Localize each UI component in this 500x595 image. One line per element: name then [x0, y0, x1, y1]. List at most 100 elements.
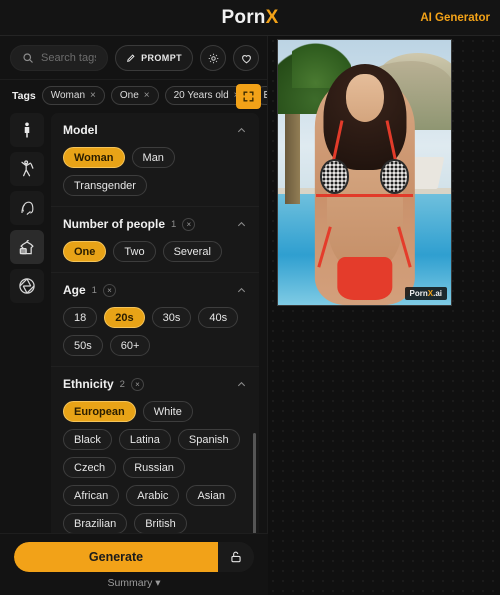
option-pill[interactable]: 30s — [151, 307, 192, 328]
chevron-up-icon[interactable] — [236, 219, 247, 230]
tags-label: Tags — [12, 89, 36, 102]
section-count-badge: 2 — [119, 378, 125, 390]
tag-chip-label: Woman — [50, 90, 86, 101]
image-bikini-top-left — [319, 159, 349, 194]
sidebar-item-pose[interactable] — [10, 152, 44, 186]
options-scroll-area[interactable]: Model Woman Man Transgender Number of pe… — [51, 113, 259, 595]
option-pill[interactable]: Spanish — [177, 429, 240, 450]
lock-toggle-button[interactable] — [218, 542, 254, 572]
ai-generator-link[interactable]: AI Generator — [420, 12, 490, 24]
option-pill[interactable]: Man — [131, 147, 175, 168]
option-pill[interactable]: Transgender — [63, 175, 147, 196]
search-box[interactable] — [10, 45, 109, 71]
prompt-button[interactable]: PROMPT — [115, 45, 193, 71]
logo-accent-text: X — [265, 6, 279, 28]
sidebar-item-face-hair[interactable] — [10, 191, 44, 225]
image-palm-trunk — [284, 98, 301, 205]
option-pill[interactable]: Black — [63, 429, 112, 450]
preview-canvas: PornX.ai — [268, 36, 500, 595]
option-pill[interactable]: 60+ — [109, 335, 151, 356]
section-number-of-people: Number of people 1 × One Two Several — [51, 207, 259, 273]
section-clear-button[interactable]: × — [130, 377, 144, 391]
tag-chip[interactable]: One × — [110, 86, 159, 105]
option-pill-group: 18 20s 30s 40s 50s 60+ — [63, 307, 247, 356]
heart-icon — [240, 52, 253, 65]
clothing-hanger-icon — [17, 237, 37, 257]
chevron-up-icon[interactable] — [236, 379, 247, 390]
tag-remove-icon[interactable]: × — [144, 90, 150, 101]
option-pill[interactable]: 50s — [63, 335, 103, 356]
main-body: PROMPT Tags — [0, 36, 500, 595]
chevron-up-icon[interactable] — [236, 125, 247, 136]
tag-remove-icon[interactable]: × — [90, 90, 96, 101]
section-header: Number of people 1 × — [63, 217, 247, 231]
option-pill[interactable]: Brazilian — [63, 513, 128, 534]
image-watermark: PornX.ai — [404, 287, 447, 300]
app-logo[interactable]: PornX — [222, 7, 279, 29]
section-count-badge: 1 — [91, 284, 97, 296]
option-pill[interactable]: Russian — [123, 457, 185, 478]
tag-chip-label: Eur — [264, 90, 267, 101]
image-bikini-band — [316, 193, 413, 197]
generate-row: Generate — [14, 542, 254, 572]
search-toolbar: PROMPT — [0, 36, 267, 79]
option-pill[interactable]: European — [63, 401, 136, 422]
options-panel: Model Woman Man Transgender Number of pe… — [51, 113, 259, 595]
section-header: Ethnicity 2 × — [63, 377, 247, 391]
option-pill[interactable]: Latina — [118, 429, 171, 450]
pencil-icon — [126, 53, 136, 63]
prompt-button-label: PROMPT — [141, 53, 182, 63]
person-icon — [18, 121, 36, 139]
expand-fullscreen-icon — [242, 90, 255, 103]
section-age: Age 1 × 18 20s 30s 40s 50s 60+ — [51, 273, 259, 367]
sidebar-item-camera[interactable] — [10, 269, 44, 303]
panel-split: Model Woman Man Transgender Number of pe… — [0, 113, 267, 595]
search-input[interactable] — [41, 52, 97, 64]
summary-toggle[interactable]: Summary ▾ — [14, 577, 254, 589]
section-header: Age 1 × — [63, 283, 247, 297]
watermark-suffix: .ai — [433, 289, 442, 298]
favorites-button[interactable] — [233, 45, 259, 71]
tag-chip-label: 20 Years old — [173, 90, 229, 101]
option-pill[interactable]: British — [134, 513, 187, 534]
option-pill-group: Woman Man Transgender — [63, 147, 247, 196]
sidebar-item-model[interactable] — [10, 113, 44, 147]
section-title: Number of people — [63, 217, 166, 231]
selected-tags-row: Tags Woman × One × 20 Years old × Eur — [0, 79, 267, 113]
generate-button[interactable]: Generate — [14, 542, 218, 572]
option-pill[interactable]: One — [63, 241, 107, 262]
option-pill[interactable]: Arabic — [126, 485, 180, 506]
sidebar-item-clothing[interactable] — [10, 230, 44, 264]
option-pill[interactable]: White — [142, 401, 193, 422]
option-pill[interactable]: 40s — [198, 307, 239, 328]
section-model: Model Woman Man Transgender — [51, 113, 259, 207]
option-pill[interactable]: 18 — [63, 307, 98, 328]
option-pill[interactable]: Several — [162, 241, 222, 262]
option-pill[interactable]: African — [63, 485, 120, 506]
option-pill[interactable]: Asian — [186, 485, 236, 506]
left-control-panel: PROMPT Tags — [0, 36, 268, 595]
image-bikini-bottom — [336, 257, 393, 300]
section-title: Ethnicity — [63, 377, 114, 391]
section-title: Age — [63, 283, 86, 297]
image-subject-face — [345, 74, 384, 123]
option-pill[interactable]: 20s — [104, 307, 145, 328]
search-icon — [22, 52, 34, 64]
option-pill[interactable]: Two — [113, 241, 156, 262]
face-hair-icon — [17, 198, 37, 218]
camera-aperture-icon — [17, 276, 37, 296]
section-clear-button[interactable]: × — [102, 283, 116, 297]
gear-icon — [207, 52, 220, 65]
chevron-up-icon[interactable] — [236, 285, 247, 296]
category-rail — [10, 113, 44, 595]
option-pill[interactable]: Woman — [63, 147, 125, 168]
expand-tags-button[interactable] — [236, 84, 261, 109]
generated-image — [278, 40, 451, 305]
settings-button[interactable] — [200, 45, 226, 71]
tag-chip[interactable]: Woman × — [41, 86, 105, 105]
option-pill[interactable]: Czech — [63, 457, 117, 478]
generated-image-frame[interactable]: PornX.ai — [277, 39, 452, 306]
section-clear-button[interactable]: × — [182, 217, 196, 231]
logo-main-text: Porn — [221, 6, 266, 28]
section-header: Model — [63, 123, 247, 137]
